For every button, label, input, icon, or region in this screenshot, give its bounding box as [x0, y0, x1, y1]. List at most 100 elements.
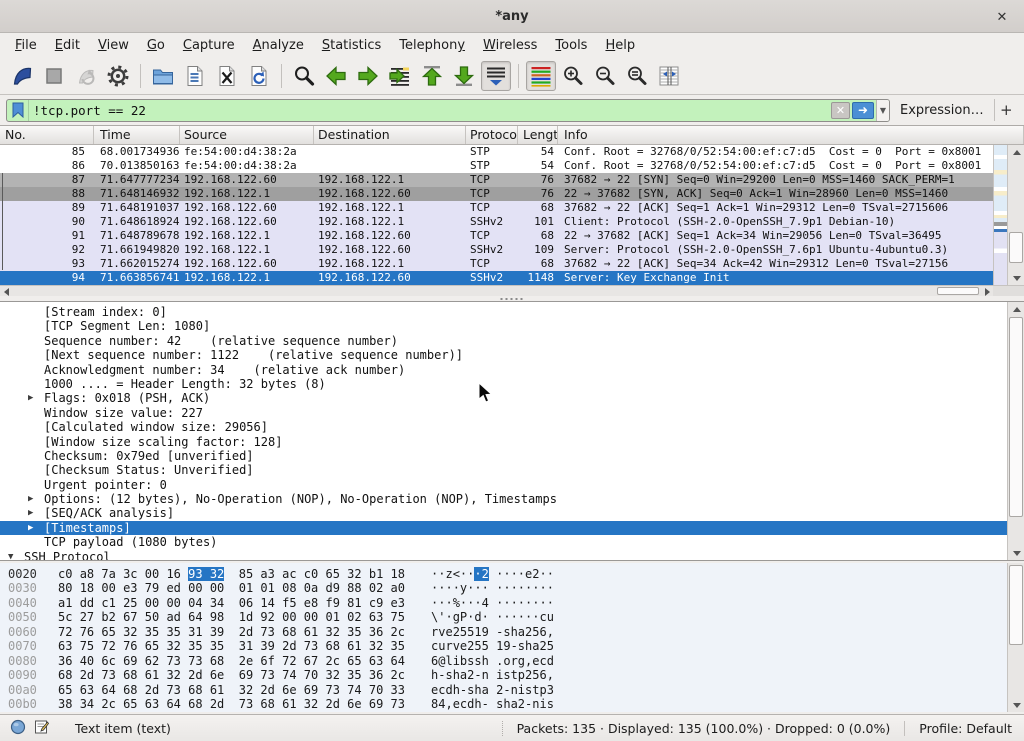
detail--next-sequence-number-1122-r[interactable]: [Next sequence number: 1122 (relative se…: [0, 348, 1007, 362]
start-capture-button[interactable]: [7, 61, 37, 91]
go-last-packet-button[interactable]: [449, 61, 479, 91]
hex-bytes[interactable]: 5c 27 b2 67 50 ad 64 98 1d 92 00 00 01 0…: [58, 610, 405, 624]
hex-ascii[interactable]: h-sha2-n istp256,: [431, 668, 554, 682]
detail-urgent-pointer-0[interactable]: Urgent pointer: 0: [0, 478, 1007, 492]
window-titlebar[interactable]: *any ✕: [0, 0, 1024, 33]
hex-ascii[interactable]: ecdh-sha 2-nistp3: [431, 683, 554, 697]
bytes-vertical-scrollbar[interactable]: [1007, 563, 1024, 712]
packet-row-93[interactable]: 9371.662015274192.168.122.60192.168.122.…: [0, 257, 993, 271]
capture-comment-icon[interactable]: [34, 719, 49, 738]
stop-capture-button[interactable]: [39, 61, 69, 91]
hex-row-00a0[interactable]: 00a065 63 64 68 2d 73 68 61 32 2d 6e 69 …: [0, 683, 1024, 697]
expander-closed-icon[interactable]: ▶: [28, 492, 33, 506]
horizontal-scroll-thumb[interactable]: [937, 287, 979, 295]
menu-telephony[interactable]: Telephony: [390, 35, 474, 56]
menu-view[interactable]: View: [89, 35, 138, 56]
save-file-button[interactable]: [180, 61, 210, 91]
scroll-up-icon[interactable]: [1008, 145, 1024, 159]
packet-row-91[interactable]: 9171.648789678192.168.122.1192.168.122.6…: [0, 229, 993, 243]
filter-apply-icon[interactable]: ➜: [852, 102, 874, 119]
hex-ascii[interactable]: ···%···4 ········: [431, 596, 554, 610]
detail-1000-header-length-32-bytes-[interactable]: 1000 .... = Header Length: 32 bytes (8): [0, 377, 1007, 391]
hex-ascii[interactable]: \'·gP·d· ······cu: [431, 610, 554, 624]
hex-row-0020[interactable]: 0020c0 a8 7a 3c 00 16 93 32 85 a3 ac c0 …: [0, 567, 1024, 581]
detail-options-12-bytes-no-operatio[interactable]: ▶Options: (12 bytes), No-Operation (NOP)…: [0, 492, 1007, 506]
go-back-button[interactable]: [321, 61, 351, 91]
column-header-time[interactable]: Time: [94, 126, 180, 144]
hex-bytes[interactable]: 80 18 00 e3 79 ed 00 00 01 01 08 0a d9 8…: [58, 581, 405, 595]
zoom-reset-button[interactable]: [622, 61, 652, 91]
packet-row-88[interactable]: 8871.648146932192.168.122.1192.168.122.6…: [0, 187, 993, 201]
hex-row-0060[interactable]: 006072 76 65 32 35 35 31 39 2d 73 68 61 …: [0, 625, 1024, 639]
packet-row-94[interactable]: 9471.663856741192.168.122.1192.168.122.6…: [0, 271, 993, 285]
detail--tcp-segment-len-1080-[interactable]: [TCP Segment Len: 1080]: [0, 319, 1007, 333]
menu-capture[interactable]: Capture: [174, 35, 244, 56]
packet-list-header[interactable]: No.TimeSourceDestinationProtocolLengthIn…: [0, 126, 1024, 145]
profile-status[interactable]: Profile: Default: [904, 721, 1024, 736]
packet-row-89[interactable]: 8971.648191037192.168.122.60192.168.122.…: [0, 201, 993, 215]
hex-ascii[interactable]: rve25519 -sha256,: [431, 625, 554, 639]
menu-wireless[interactable]: Wireless: [474, 35, 546, 56]
filter-bookmark-icon[interactable]: [7, 100, 29, 121]
detail--seq-ack-analysis-[interactable]: ▶[SEQ/ACK analysis]: [0, 506, 1007, 520]
menu-statistics[interactable]: Statistics: [313, 35, 390, 56]
colorize-button[interactable]: [526, 61, 556, 91]
packet-row-90[interactable]: 9071.648618924192.168.122.60192.168.122.…: [0, 215, 993, 229]
hex-ascii[interactable]: ····y··· ········: [431, 581, 554, 595]
packet-list-scroll-thumb[interactable]: [1009, 232, 1023, 263]
hex-ascii[interactable]: curve255 19-sha25: [431, 639, 554, 653]
menu-edit[interactable]: Edit: [46, 35, 89, 56]
hex-bytes[interactable]: 38 34 2c 65 63 64 68 2d 73 68 61 32 2d 6…: [58, 697, 405, 711]
open-file-button[interactable]: [148, 61, 178, 91]
column-header-source[interactable]: Source: [180, 126, 314, 144]
detail--window-size-scaling-factor-[interactable]: [Window size scaling factor: 128]: [0, 435, 1007, 449]
hex-row-0050[interactable]: 00505c 27 b2 67 50 ad 64 98 1d 92 00 00 …: [0, 610, 1024, 624]
column-header-no[interactable]: No.: [0, 126, 94, 144]
details-vertical-scrollbar[interactable]: [1007, 302, 1024, 560]
packet-row-87[interactable]: 8771.647777234192.168.122.60192.168.122.…: [0, 173, 993, 187]
detail--stream-index-0-[interactable]: [Stream index: 0]: [0, 305, 1007, 319]
restart-capture-button[interactable]: [71, 61, 101, 91]
menu-tools[interactable]: Tools: [546, 35, 596, 56]
column-header-protocol[interactable]: Protocol: [466, 126, 518, 144]
expander-open-icon[interactable]: ▼: [8, 550, 13, 561]
hex-bytes[interactable]: a1 dd c1 25 00 00 04 34 06 14 f5 e8 f9 8…: [58, 596, 405, 610]
detail-checksum-0x79ed-unverified-[interactable]: Checksum: 0x79ed [unverified]: [0, 449, 1007, 463]
scroll-up-icon[interactable]: [1008, 302, 1024, 316]
detail--checksum-status-unverified-[interactable]: [Checksum Status: Unverified]: [0, 463, 1007, 477]
resize-columns-button[interactable]: [654, 61, 684, 91]
packet-row-92[interactable]: 9271.661949820192.168.122.1192.168.122.6…: [0, 243, 993, 257]
hex-row-0040[interactable]: 0040a1 dd c1 25 00 00 04 34 06 14 f5 e8 …: [0, 596, 1024, 610]
detail--timestamps-[interactable]: ▶[Timestamps]: [0, 521, 1007, 535]
menu-go[interactable]: Go: [138, 35, 174, 56]
hex-ascii[interactable]: 6@libssh .org,ecd: [431, 654, 554, 668]
close-window-icon[interactable]: ✕: [992, 7, 1012, 27]
zoom-out-button[interactable]: [590, 61, 620, 91]
expander-closed-icon[interactable]: ▶: [28, 391, 33, 405]
expander-closed-icon[interactable]: ▶: [28, 521, 33, 535]
hex-bytes[interactable]: 63 75 72 76 65 32 35 35 31 39 2d 73 68 6…: [58, 639, 405, 653]
menu-help[interactable]: Help: [596, 35, 644, 56]
close-file-button[interactable]: [212, 61, 242, 91]
capture-options-button[interactable]: [103, 61, 133, 91]
scroll-down-icon[interactable]: [1008, 698, 1024, 712]
column-header-info[interactable]: Info: [558, 126, 1024, 144]
column-header-length[interactable]: Length: [518, 126, 558, 144]
zoom-in-button[interactable]: [558, 61, 588, 91]
detail-sequence-number-42-relative-[interactable]: Sequence number: 42 (relative sequence n…: [0, 334, 1007, 348]
menu-file[interactable]: File: [6, 35, 46, 56]
display-filter-input[interactable]: [29, 103, 831, 118]
hex-bytes[interactable]: 36 40 6c 69 62 73 73 68 2e 6f 72 67 2c 6…: [58, 654, 405, 668]
display-filter-field[interactable]: ✕ ➜ ▼: [6, 99, 890, 122]
expander-closed-icon[interactable]: ▶: [28, 506, 33, 520]
hex-row-0070[interactable]: 007063 75 72 76 65 32 35 35 31 39 2d 73 …: [0, 639, 1024, 653]
detail-window-size-value-227[interactable]: Window size value: 227: [0, 406, 1007, 420]
reload-file-button[interactable]: [244, 61, 274, 91]
find-packet-button[interactable]: [289, 61, 319, 91]
hex-bytes[interactable]: 65 63 64 68 2d 73 68 61 32 2d 6e 69 73 7…: [58, 683, 405, 697]
hex-row-00b0[interactable]: 00b038 34 2c 65 63 64 68 2d 73 68 61 32 …: [0, 697, 1024, 711]
hex-ascii[interactable]: ··z<···2 ····e2··: [431, 567, 554, 581]
hex-bytes[interactable]: c0 a8 7a 3c 00 16 93 32 85 a3 ac c0 65 3…: [58, 567, 405, 581]
column-header-destination[interactable]: Destination: [314, 126, 466, 144]
auto-scroll-button[interactable]: [481, 61, 511, 91]
